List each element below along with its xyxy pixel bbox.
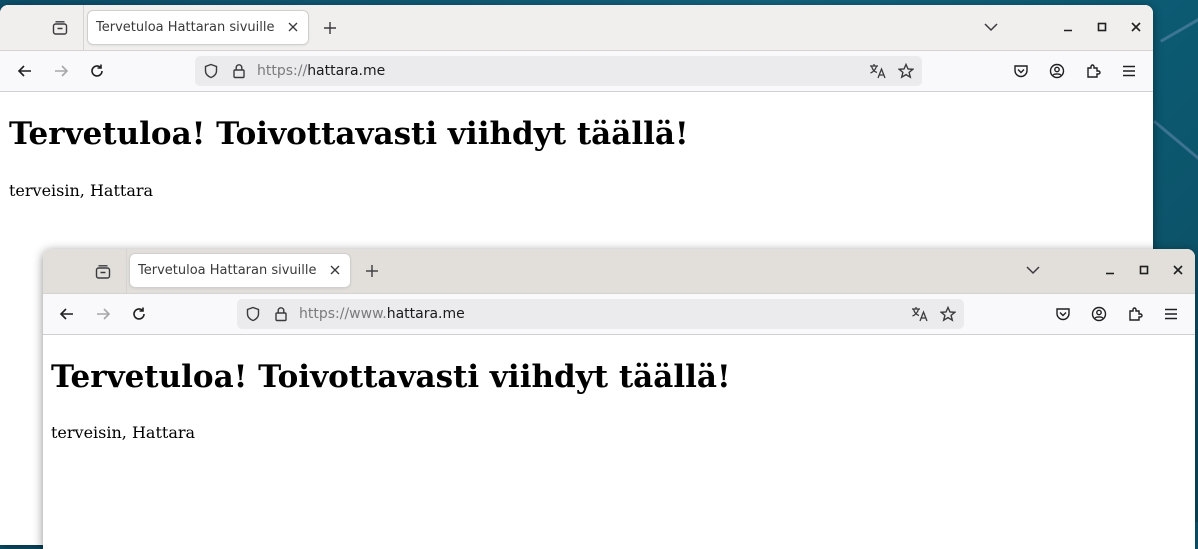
new-tab-button[interactable] (360, 259, 384, 283)
tab-title: Tervetuloa Hattaran sivuille (138, 263, 317, 278)
tabs-overview-icon (52, 20, 68, 36)
close-window-button[interactable] (1126, 17, 1146, 37)
extensions-button[interactable] (1081, 59, 1105, 83)
hamburger-menu-icon (1165, 308, 1177, 320)
page-greeting: terveisin, Hattara (51, 423, 196, 442)
account-button[interactable] (1087, 302, 1111, 326)
browser-window-front[interactable]: Tervetuloa Hattaran sivuille https://www… (43, 249, 1195, 549)
hamburger-menu-icon (1123, 65, 1135, 77)
bookmark-button[interactable] (897, 62, 915, 80)
tab-strip: Tervetuloa Hattaran sivuille (0, 5, 1153, 51)
back-arrow-icon (17, 65, 31, 77)
close-icon (1131, 22, 1141, 32)
tab-strip-separator (83, 5, 84, 50)
pocket-icon (1056, 308, 1070, 321)
page-heading: Tervetuloa! Toivottavasti viihdyt täällä… (9, 116, 689, 152)
maximize-icon (1097, 22, 1107, 32)
desktop-decoration (1160, 15, 1198, 43)
reload-icon (91, 64, 103, 77)
minimize-icon (1064, 29, 1072, 32)
pocket-button[interactable] (1051, 302, 1075, 326)
close-tab-button[interactable] (328, 261, 342, 279)
account-icon (1049, 63, 1065, 79)
pocket-button[interactable] (1009, 59, 1033, 83)
maximize-button[interactable] (1092, 17, 1112, 37)
lock-icon[interactable] (272, 305, 290, 323)
star-icon (898, 63, 914, 79)
tab-hattara[interactable]: Tervetuloa Hattaran sivuille (130, 254, 350, 287)
url-host: hattara.me (307, 63, 386, 79)
translate-button[interactable] (911, 305, 929, 323)
navigation-toolbar: https://hattara.me (0, 51, 1153, 92)
maximize-button[interactable] (1134, 260, 1154, 280)
close-icon (330, 265, 340, 275)
navigation-toolbar: https://www.hattara.me (43, 294, 1195, 335)
chevron-down-icon (984, 23, 998, 32)
app-menu-button[interactable] (1159, 302, 1183, 326)
url-text: https://hattara.me (257, 63, 385, 79)
minimize-button[interactable] (1100, 260, 1120, 280)
forward-button[interactable] (49, 59, 73, 83)
translate-button[interactable] (869, 62, 887, 80)
tab-strip-separator (126, 249, 127, 294)
close-icon (288, 22, 298, 32)
list-all-tabs-button[interactable] (979, 16, 1003, 38)
url-text: https://www.hattara.me (299, 306, 465, 322)
new-tab-button[interactable] (318, 16, 342, 40)
back-button[interactable] (55, 302, 79, 326)
shield-icon[interactable] (202, 62, 220, 80)
tab-title: Tervetuloa Hattaran sivuille (96, 20, 275, 35)
star-icon (940, 306, 956, 322)
url-prefix: https://www. (299, 306, 387, 322)
app-menu-button[interactable] (1117, 59, 1141, 83)
page-heading: Tervetuloa! Toivottavasti viihdyt täällä… (51, 359, 731, 395)
forward-arrow-icon (55, 65, 69, 77)
page-greeting: terveisin, Hattara (9, 181, 154, 200)
reload-button[interactable] (85, 59, 109, 83)
back-arrow-icon (59, 308, 73, 320)
desktop-decoration (1153, 120, 1198, 168)
forward-button[interactable] (91, 302, 115, 326)
lock-icon[interactable] (230, 62, 248, 80)
reload-icon (133, 307, 145, 320)
url-host: hattara.me (386, 306, 465, 322)
tabs-overview-button[interactable] (88, 258, 118, 286)
close-tab-button[interactable] (286, 18, 300, 36)
maximize-icon (1139, 265, 1149, 275)
translate-icon (912, 307, 928, 322)
reload-button[interactable] (127, 302, 151, 326)
tabs-overview-icon (95, 264, 111, 280)
close-window-button[interactable] (1168, 260, 1188, 280)
bookmark-button[interactable] (939, 305, 957, 323)
shield-icon[interactable] (244, 305, 262, 323)
translate-icon (870, 64, 886, 79)
tab-hattara[interactable]: Tervetuloa Hattaran sivuille (88, 11, 308, 44)
account-button[interactable] (1045, 59, 1069, 83)
pocket-icon (1014, 65, 1028, 78)
back-button[interactable] (13, 59, 37, 83)
puzzle-icon (1129, 307, 1143, 321)
url-bar[interactable]: https://hattara.me (195, 56, 922, 86)
plus-icon (366, 265, 378, 277)
extensions-button[interactable] (1123, 302, 1147, 326)
list-all-tabs-button[interactable] (1021, 259, 1045, 281)
page-content: Tervetuloa! Toivottavasti viihdyt täällä… (43, 335, 1195, 549)
minimize-button[interactable] (1058, 17, 1078, 37)
account-icon (1091, 306, 1107, 322)
url-prefix: https:// (257, 63, 308, 79)
tabs-overview-button[interactable] (45, 14, 75, 42)
minimize-icon (1106, 272, 1114, 275)
chevron-down-icon (1026, 266, 1040, 275)
url-bar[interactable]: https://www.hattara.me (237, 299, 964, 329)
tab-strip: Tervetuloa Hattaran sivuille (43, 249, 1195, 294)
close-icon (1173, 265, 1183, 275)
forward-arrow-icon (97, 308, 111, 320)
puzzle-icon (1087, 64, 1101, 78)
plus-icon (324, 22, 336, 34)
